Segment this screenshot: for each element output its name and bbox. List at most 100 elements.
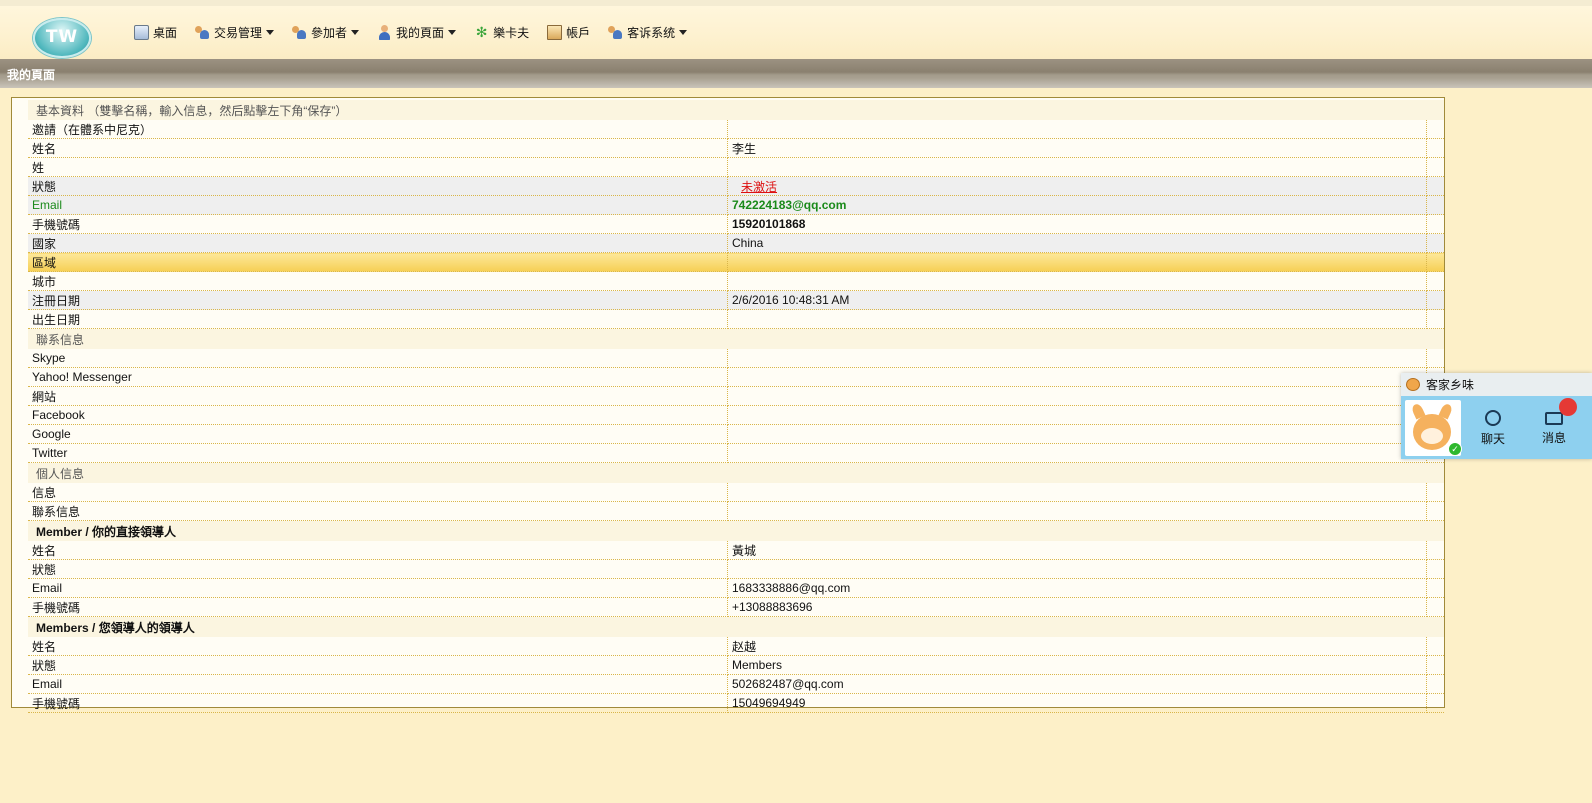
table-row[interactable]: Email 742224183@qq.com [28, 195, 1444, 215]
menu-item-label: 帳戶 [566, 26, 591, 40]
chat-icon [1485, 410, 1501, 426]
notification-badge [1559, 398, 1577, 416]
menu-item-trade-management[interactable]: 交易管理 [195, 24, 275, 41]
menu-item-label: 交易管理 [214, 26, 263, 40]
menu-item-label: 樂卡夫 [493, 26, 530, 40]
table-row: 姓名 赵越 [28, 637, 1444, 656]
field-value[interactable] [727, 271, 1427, 291]
field-label: 城市 [28, 271, 728, 291]
table-row[interactable]: 網站 [28, 386, 1444, 406]
table-row[interactable]: Skype [28, 349, 1444, 368]
people-icon [608, 25, 623, 40]
chat-widget-body: ✓ 聊天 消息 [1401, 396, 1592, 459]
field-value[interactable] [727, 443, 1427, 463]
field-label: Email [28, 674, 728, 694]
field-label: Twitter [28, 443, 728, 463]
message-button-label: 消息 [1541, 431, 1566, 445]
logo[interactable]: TW [33, 18, 91, 58]
table-row: 姓名 黃城 [28, 541, 1444, 560]
table-row: 狀態 [28, 559, 1444, 579]
field-label: 姓 [28, 157, 728, 177]
field-label: 狀態 [28, 176, 728, 196]
desktop-icon [134, 25, 149, 40]
field-value[interactable] [727, 120, 1427, 139]
table-row[interactable]: 邀請（在體系中尼克） [28, 120, 1444, 139]
field-value[interactable] [727, 405, 1427, 425]
field-label: 聯系信息 [28, 501, 728, 521]
chat-button[interactable]: 聊天 [1473, 410, 1513, 447]
menu-item-account[interactable]: 帳戶 [547, 24, 590, 41]
field-value: Members [727, 655, 1427, 675]
table-row[interactable]: Facebook [28, 405, 1444, 425]
field-value[interactable] [727, 157, 1427, 177]
field-label: 區域 [28, 252, 728, 272]
table-row[interactable]: 信息 [28, 483, 1444, 502]
section-header-contact: 聯系信息 [28, 328, 1444, 349]
table-row[interactable]: 聯系信息 [28, 501, 1444, 521]
table-row[interactable]: 狀態 未激活 [28, 176, 1444, 196]
field-label: 手機號碼 [28, 214, 728, 234]
table-row[interactable]: Yahoo! Messenger [28, 367, 1444, 387]
title-bar-decoration [0, 78, 1592, 88]
table-row: 手機號碼 +13088883696 [28, 597, 1444, 617]
field-value[interactable] [727, 367, 1427, 387]
menu-item-lekafu[interactable]: ✻ 樂卡夫 [474, 24, 529, 41]
table-row[interactable]: Twitter [28, 443, 1444, 463]
table-row[interactable]: 國家 China [28, 233, 1444, 253]
field-value[interactable] [727, 252, 1427, 272]
chat-widget-header[interactable]: 客家乡味 [1401, 373, 1592, 396]
chat-button-label: 聊天 [1480, 432, 1505, 446]
field-label: Yahoo! Messenger [28, 367, 728, 387]
page-title-bar: 我的頁面 [0, 59, 1592, 88]
table-row[interactable]: 姓名 李生 [28, 138, 1444, 158]
profile-panel: 基本資料 （雙擊名稱，輸入信息，然后點擊左下角“保存”） 邀請（在體系中尼克） … [11, 97, 1445, 713]
table-row-highlighted[interactable]: 區域 [28, 252, 1444, 272]
field-value: 未激活 [727, 176, 1427, 196]
table-row[interactable]: 手機號碼 15920101868 [28, 214, 1444, 234]
online-status-icon: ✓ [1448, 442, 1462, 456]
mail-icon [1545, 412, 1563, 425]
field-label: 姓名 [28, 138, 728, 158]
menu-item-complaint-system[interactable]: 客诉系统 [608, 24, 688, 41]
field-value[interactable]: 15920101868 [727, 214, 1427, 234]
field-label: 手機號碼 [28, 597, 728, 617]
field-value[interactable] [727, 424, 1427, 444]
field-value[interactable]: 742224183@qq.com [727, 195, 1427, 215]
field-value[interactable] [727, 309, 1427, 329]
table-row: Email 1683338886@qq.com [28, 578, 1444, 598]
people-icon [195, 25, 210, 40]
menu-item-desktop[interactable]: 桌面 [134, 24, 177, 41]
field-value[interactable]: 2/6/2016 10:48:31 AM [727, 290, 1427, 310]
chevron-down-icon [266, 30, 275, 35]
menu-item-label: 參加者 [311, 26, 348, 40]
field-value: 502682487@qq.com [727, 674, 1427, 694]
field-label: 姓名 [28, 541, 728, 560]
menu-item-participants[interactable]: 參加者 [292, 24, 360, 41]
table-row[interactable]: 城市 [28, 271, 1444, 291]
field-value: +13088883696 [727, 597, 1427, 617]
field-value[interactable]: 李生 [727, 138, 1427, 158]
table-row[interactable]: Google [28, 424, 1444, 444]
chat-widget[interactable]: 客家乡味 ✓ 聊天 消息 [1401, 373, 1592, 459]
table-row[interactable]: 出生日期 [28, 309, 1444, 329]
table-row[interactable]: 注冊日期 2/6/2016 10:48:31 AM [28, 290, 1444, 310]
section-header-leader: Member / 你的直接領導人 [28, 520, 1444, 541]
profile-table: 基本資料 （雙擊名稱，輸入信息，然后點擊左下角“保存”） 邀請（在體系中尼克） … [28, 100, 1444, 713]
field-value[interactable] [727, 349, 1427, 368]
field-value[interactable]: China [727, 233, 1427, 253]
field-label: Facebook [28, 405, 728, 425]
status-inactive-link[interactable]: 未激活 [741, 180, 777, 194]
user-icon [377, 25, 392, 40]
section-header-leader2: Members / 您領導人的領導人 [28, 616, 1444, 637]
section-header-basic: 基本資料 （雙擊名稱，輸入信息，然后點擊左下角“保存”） [28, 100, 1444, 120]
field-label: 國家 [28, 233, 728, 253]
chevron-down-icon [448, 30, 457, 35]
table-row[interactable]: 姓 [28, 157, 1444, 177]
field-value[interactable] [727, 483, 1427, 502]
field-value[interactable] [727, 386, 1427, 406]
field-value[interactable] [727, 501, 1427, 521]
field-label: Email [28, 195, 728, 215]
field-label: 狀態 [28, 559, 728, 579]
field-value: 15049694949 [727, 693, 1427, 713]
menu-item-my-page[interactable]: 我的頁面 [377, 24, 457, 41]
